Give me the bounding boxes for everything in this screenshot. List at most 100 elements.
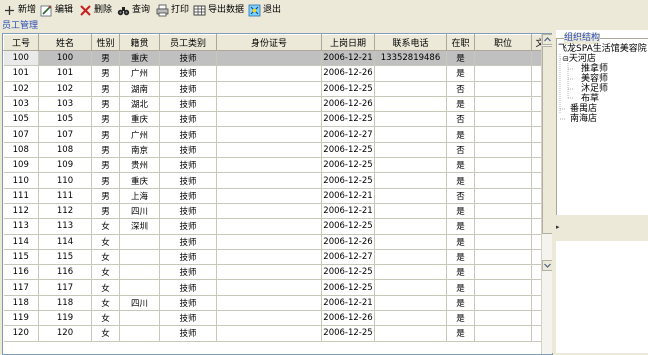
table-row[interactable]: 120 120 女技师 2006-12-25 是 [3, 325, 541, 342]
table-cell [531, 157, 541, 174]
table-cell [474, 234, 532, 250]
table-cell: 否 [446, 81, 475, 97]
table-row[interactable]: 105 105 男重庆 技师 2006-12-25 否 [3, 111, 541, 128]
table-cell: 是 [446, 310, 475, 327]
table-cell: 男 [91, 81, 120, 97]
table-row[interactable]: 109 109 男贵州 技师 2006-12-25 是 [3, 157, 541, 174]
edit-icon [40, 4, 53, 17]
table-cell: 2006-12-26 [321, 234, 375, 250]
column-header[interactable]: 联系电话 [374, 34, 447, 51]
column-header[interactable]: 性别 [91, 34, 120, 51]
exit-button[interactable]: 退出 [248, 2, 281, 18]
table-cell: 技师 [159, 50, 217, 67]
table-row[interactable]: 114 114 女技师 2006-12-26 是 [3, 234, 541, 250]
table-cell [216, 325, 322, 342]
table-cell [474, 157, 532, 174]
table-cell [216, 279, 322, 296]
table-cell: 120 [38, 325, 92, 342]
tree-connector-lines [559, 54, 574, 120]
table-cell: 是 [446, 65, 475, 82]
table-cell: 2006-12-25 [321, 218, 375, 235]
column-header[interactable]: 姓名 [38, 34, 92, 51]
export-button[interactable]: 导出数据 [193, 2, 244, 18]
table-row[interactable]: 111 111 男上海 技师 2006-12-21 否 [3, 188, 541, 204]
table-row[interactable]: 108 108 男南京 技师 2006-12-25 否 [3, 142, 541, 159]
table-cell: 技师 [159, 157, 217, 174]
table-row[interactable]: 107 107 男广州 技师 2006-12-27 是 [3, 126, 541, 143]
column-header[interactable]: 文 [531, 34, 541, 51]
printer-icon [156, 4, 169, 17]
table-cell [531, 325, 541, 342]
edit-button[interactable]: 编辑 [40, 2, 73, 18]
add-button[interactable]: 新增 [3, 2, 36, 18]
table-cell [374, 295, 447, 312]
table-cell: 是 [446, 203, 475, 220]
table-cell: 2006-12-25 [321, 279, 375, 296]
table-row[interactable]: 118 118 女四川 技师 2006-12-21 是 [3, 295, 541, 312]
table-row[interactable]: 101 101 男广州 技师 2006-12-26 是 [3, 65, 541, 82]
table-cell [374, 234, 447, 250]
column-header[interactable]: 上岗日期 [321, 34, 375, 51]
table-row[interactable]: 117 117 女技师 2006-12-25 是 [3, 279, 541, 296]
table-cell [531, 126, 541, 143]
table-cell [531, 279, 541, 296]
table-cell [474, 249, 532, 266]
table-cell: 男 [91, 50, 120, 67]
table-cell: 103 [3, 96, 39, 113]
delete-button[interactable]: 删除 [79, 2, 112, 18]
table-cell: 技师 [159, 218, 217, 235]
table-row[interactable]: 110 110 男重庆 技师 2006-12-25 是 [3, 172, 541, 189]
table-cell: 技师 [159, 310, 217, 327]
table-cell: 广州 [119, 126, 160, 143]
table-cell [216, 157, 322, 174]
table-row[interactable]: 102 102 男湖南 技师 2006-12-25 否 [3, 81, 541, 97]
table-cell [119, 279, 160, 296]
table-cell [374, 203, 447, 220]
table-cell: 男 [91, 111, 120, 128]
table-cell: 112 [38, 203, 92, 220]
table-row[interactable]: 119 119 女技师 2006-12-26 是 [3, 310, 541, 327]
panel-splitter[interactable] [552, 33, 555, 353]
table-cell [216, 249, 322, 266]
table-cell: 是 [446, 172, 475, 189]
table-cell: 女 [91, 218, 120, 235]
table-cell [216, 203, 322, 220]
column-header[interactable]: 员工类别 [159, 34, 217, 51]
table-row[interactable]: 116 116 女技师 2006-12-25 是 [3, 264, 541, 281]
table-cell: 109 [38, 157, 92, 174]
staff-panel-title: 员工管理 [2, 21, 39, 31]
add-button-label: 新增 [18, 5, 37, 15]
table-cell: 117 [38, 279, 92, 296]
table-cell [216, 188, 322, 204]
collapse-arrow-icon[interactable]: ▸ [556, 224, 564, 231]
table-cell: 107 [3, 126, 39, 143]
table-row[interactable]: 115 115 女技师 2006-12-27 是 [3, 249, 541, 266]
column-header[interactable]: 职位 [474, 34, 532, 51]
table-cell [119, 310, 160, 327]
table-row[interactable]: 100 100 男重庆 技师 2006-12-21 13352819486 是 [3, 50, 541, 67]
table-row[interactable]: 103 103 男湖北 技师 2006-12-26 是 [3, 96, 541, 113]
table-cell: 男 [91, 157, 120, 174]
column-header[interactable]: 籍贯 [119, 34, 160, 51]
column-header[interactable]: 工号 [3, 34, 39, 51]
org-panel-title: 组织结构 [564, 33, 601, 44]
print-button[interactable]: 打印 [156, 2, 189, 18]
table-cell: 技师 [159, 249, 217, 266]
table-cell: 技师 [159, 142, 217, 159]
table-cell: 女 [91, 325, 120, 342]
table-row[interactable]: 112 112 男四川 技师 2006-12-21 是 [3, 203, 541, 220]
table-cell [474, 310, 532, 327]
binoculars-icon [117, 4, 130, 17]
table-row[interactable]: 113 113 女深圳 技师 2006-12-25 是 [3, 218, 541, 235]
table-cell [474, 325, 532, 342]
column-header[interactable]: 身份证号 [216, 34, 322, 51]
column-header[interactable]: 在职 [446, 34, 475, 51]
table-cell [216, 264, 322, 281]
table-cell [374, 310, 447, 327]
table-cell: 四川 [119, 203, 160, 220]
table-cell: 111 [38, 188, 92, 204]
query-button[interactable]: 查询 [117, 2, 150, 18]
grid-viewport: 工号姓名性别籍贯员工类别身份证号上岗日期联系电话在职职位文 100100男重庆技… [3, 34, 541, 354]
table-cell: 技师 [159, 188, 217, 204]
table-cell [374, 126, 447, 143]
